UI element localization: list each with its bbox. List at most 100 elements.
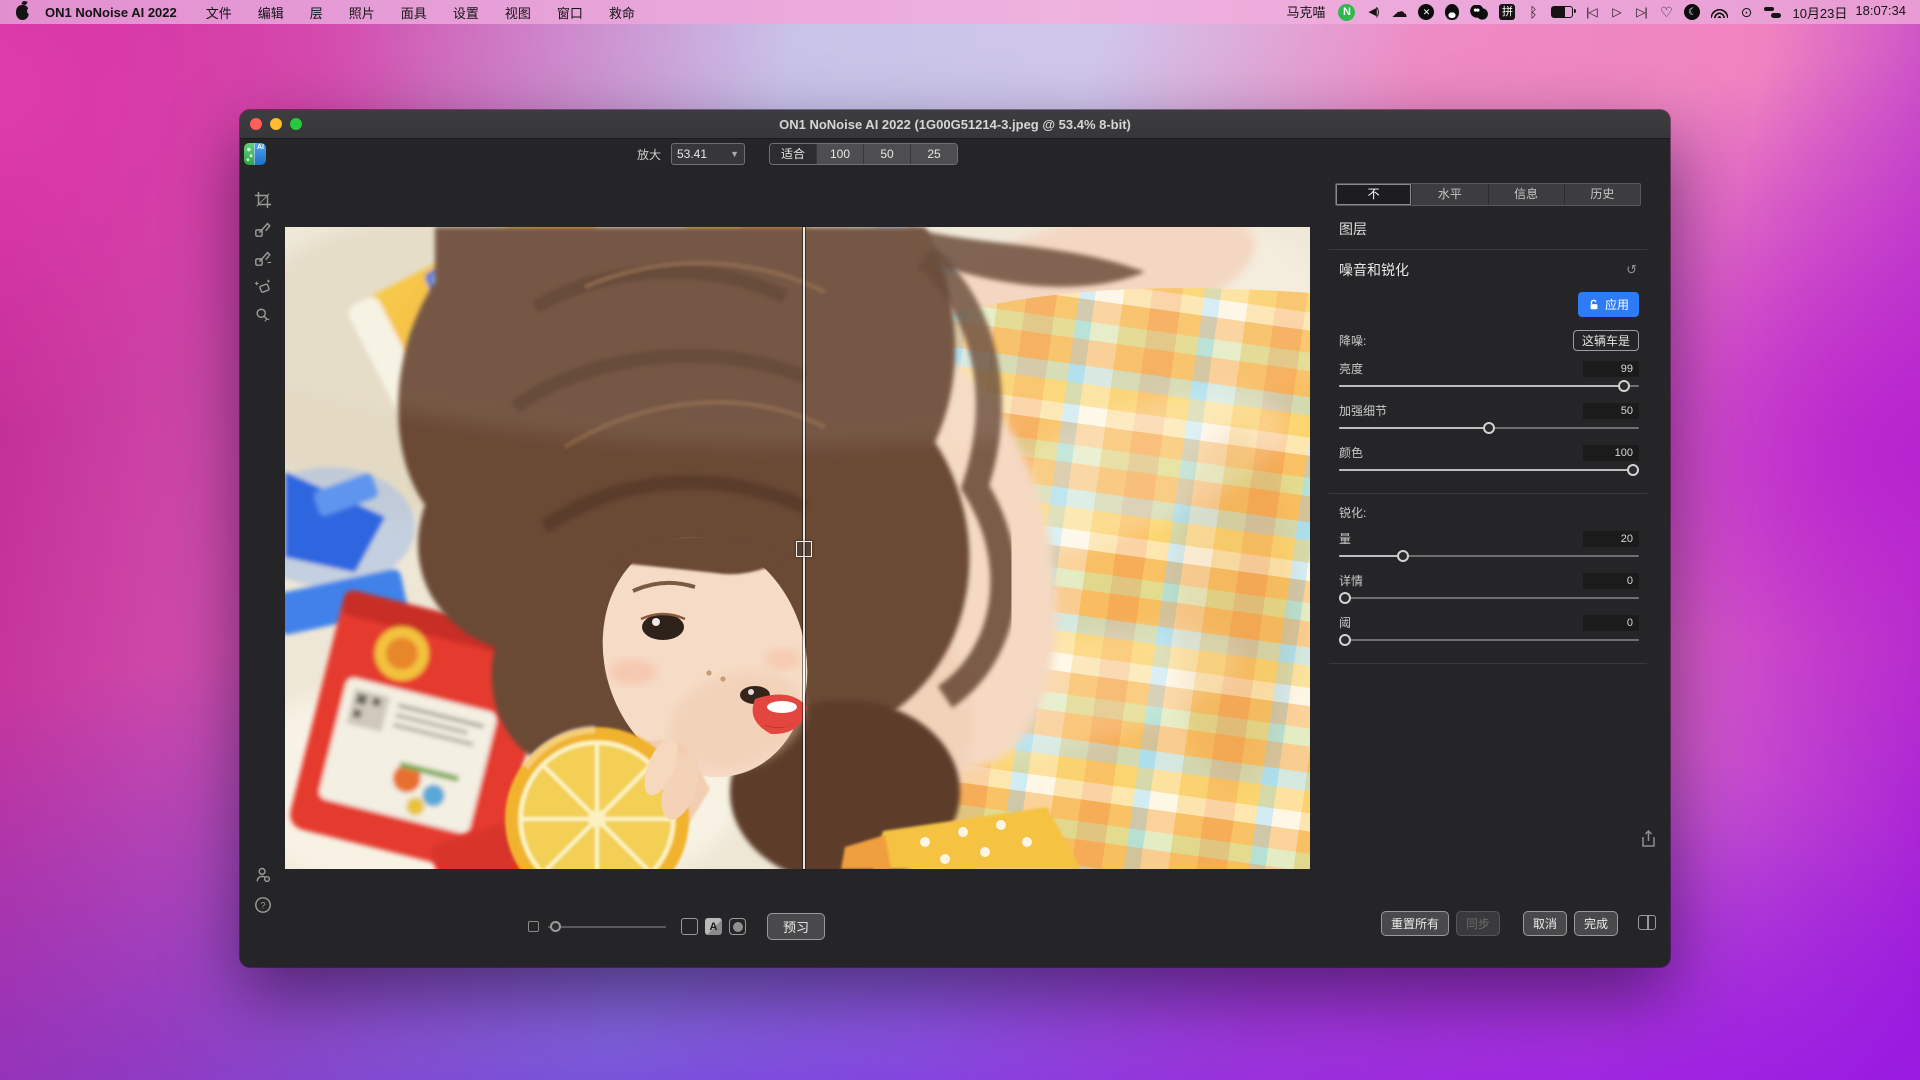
dual-pane-icon[interactable] — [1638, 915, 1656, 930]
active-app-name[interactable]: ON1 NoNoise AI 2022 — [45, 5, 177, 20]
slider-value[interactable]: 20 — [1583, 531, 1639, 547]
menu-item-7[interactable]: 窗口 — [544, 3, 596, 22]
before-after-divider[interactable] — [803, 227, 805, 869]
slider-value[interactable]: 99 — [1583, 361, 1639, 377]
threshold-slider[interactable] — [1339, 633, 1639, 647]
noise-mode-button[interactable]: 这辆车是 — [1573, 330, 1639, 351]
image-canvas — [285, 227, 1310, 869]
wechat-icon[interactable] — [1470, 5, 1488, 20]
menu-time[interactable]: 18:07:34 — [1855, 3, 1906, 22]
preview-opacity-slider[interactable] — [548, 921, 666, 933]
menu-date[interactable]: 10月23日 — [1792, 3, 1847, 22]
export-icon[interactable] — [1639, 829, 1658, 854]
zoom-label: 放大 — [637, 146, 661, 163]
wifi-icon[interactable] — [1711, 6, 1728, 18]
zoom-preset-100[interactable]: 100 — [817, 144, 864, 164]
reset-section-icon[interactable]: ↺ — [1626, 262, 1637, 278]
battery-icon[interactable] — [1551, 6, 1573, 18]
reset-all-button[interactable]: 重置所有 — [1381, 911, 1449, 936]
menu-item-3[interactable]: 照片 — [336, 3, 388, 22]
divider — [1329, 663, 1647, 664]
tab-info[interactable]: 信息 — [1489, 184, 1565, 205]
section-title: 噪音和锐化 — [1339, 260, 1409, 280]
mask-view-icon[interactable] — [729, 918, 746, 935]
cloud-app-icon[interactable]: ☁ — [1391, 4, 1407, 21]
menu-item-5[interactable]: 设置 — [440, 3, 492, 22]
zoom-presets: 适合1005025 — [769, 143, 958, 165]
zoom-preset-fit[interactable]: 适合 — [770, 144, 817, 164]
green-n-icon[interactable]: N — [1338, 4, 1355, 21]
slider-knob[interactable] — [1618, 380, 1630, 392]
done-button[interactable]: 完成 — [1574, 911, 1618, 936]
zoom-value-dropdown[interactable]: 53.41▼ — [671, 143, 745, 165]
unlock-icon — [1588, 299, 1600, 311]
slider-knob[interactable] — [550, 921, 561, 932]
media-play-icon[interactable]: ▷ — [1609, 4, 1623, 21]
fullscreen-button[interactable] — [290, 118, 302, 130]
slider-label: 亮度 — [1339, 360, 1363, 377]
amount-slider[interactable] — [1339, 549, 1639, 563]
menu-item-0[interactable]: 文件 — [193, 3, 245, 22]
brush-tool-icon[interactable] — [253, 219, 273, 239]
slider-knob[interactable] — [1483, 422, 1495, 434]
fan-app-icon[interactable]: ✕ — [1418, 4, 1434, 20]
menu-item-2[interactable]: 层 — [297, 3, 336, 22]
cancel-button[interactable]: 取消 — [1523, 911, 1567, 936]
enhance-detail-slider[interactable] — [1339, 421, 1639, 435]
slider-knob[interactable] — [1397, 550, 1409, 562]
title-bar[interactable]: ON1 NoNoise AI 2022 (1G00G51214-3.jpeg @… — [240, 110, 1670, 139]
slider-value[interactable]: 100 — [1583, 445, 1639, 461]
zoom-preset-50[interactable]: 50 — [864, 144, 911, 164]
menu-item-4[interactable]: 面具 — [388, 3, 440, 22]
slider-knob[interactable] — [1339, 592, 1351, 604]
tab-none[interactable]: 不 — [1336, 184, 1412, 205]
eraser-tool-icon[interactable] — [253, 277, 273, 297]
right-panel: 不水平信息历史 图层 噪音和锐化 ↺ 应用 降噪: 这辆车是 — [1329, 176, 1647, 664]
menu-item-1[interactable]: 编辑 — [245, 3, 297, 22]
slider-row: 加强细节 50 — [1339, 402, 1639, 435]
zoom-pan-tool-icon[interactable] — [253, 306, 273, 326]
menu-item-6[interactable]: 视图 — [492, 3, 544, 22]
slider-value[interactable]: 0 — [1583, 573, 1639, 589]
control-center-icon[interactable] — [1764, 6, 1781, 19]
apply-button[interactable]: 应用 — [1578, 292, 1639, 317]
preview-checkbox[interactable] — [528, 921, 539, 932]
tab-levels[interactable]: 水平 — [1412, 184, 1488, 205]
media-next-icon[interactable]: ▷| — [1634, 4, 1648, 21]
bluetooth-icon[interactable]: ᛒ — [1526, 4, 1540, 21]
preview-button[interactable]: 预习 — [767, 913, 825, 940]
luminosity-slider[interactable] — [1339, 379, 1639, 393]
minimize-button[interactable] — [270, 118, 282, 130]
pinyin-input-icon[interactable]: 拼 — [1499, 4, 1515, 20]
mask-brush-tool-icon[interactable] — [253, 248, 273, 268]
zoom-preset-25[interactable]: 25 — [911, 144, 957, 164]
slider-value[interactable]: 0 — [1583, 615, 1639, 631]
detail-slider[interactable] — [1339, 591, 1639, 605]
single-view-icon[interactable] — [681, 918, 698, 935]
tab-history[interactable]: 历史 — [1565, 184, 1640, 205]
record-icon[interactable]: ⊙ — [1739, 4, 1753, 21]
divider-handle[interactable] — [796, 541, 812, 557]
bottom-bar: A 预习 重置所有 同步 取消 完成 — [240, 869, 1670, 967]
heart-icon[interactable]: ♡ — [1659, 4, 1673, 21]
flame-circle-icon[interactable]: ☾ — [1684, 4, 1700, 20]
color-slider[interactable] — [1339, 463, 1639, 477]
apple-logo-icon[interactable] — [16, 5, 29, 20]
action-buttons: 重置所有 同步 取消 完成 — [1381, 911, 1618, 936]
slider-label: 详情 — [1339, 572, 1363, 589]
slider-knob[interactable] — [1339, 634, 1351, 646]
slider-knob[interactable] — [1627, 464, 1639, 476]
qq-penguin-icon[interactable] — [1445, 4, 1459, 20]
zoom-toolbar: 放大 53.41▼ 适合1005025 — [285, 143, 1310, 165]
volume-icon[interactable]: ◀) — [1366, 4, 1380, 21]
menu-item-8[interactable]: 救命 — [596, 3, 648, 22]
crop-tool-icon[interactable] — [253, 190, 273, 210]
chevron-down-icon: ▼ — [730, 149, 739, 159]
compare-view-icon[interactable]: A — [705, 918, 722, 935]
slider-label: 加强细节 — [1339, 402, 1387, 419]
slider-label: 阈 — [1339, 614, 1351, 631]
close-button[interactable] — [250, 118, 262, 130]
slider-value[interactable]: 50 — [1583, 403, 1639, 419]
divider — [1329, 493, 1647, 494]
media-previous-icon[interactable]: |◁ — [1584, 4, 1598, 21]
